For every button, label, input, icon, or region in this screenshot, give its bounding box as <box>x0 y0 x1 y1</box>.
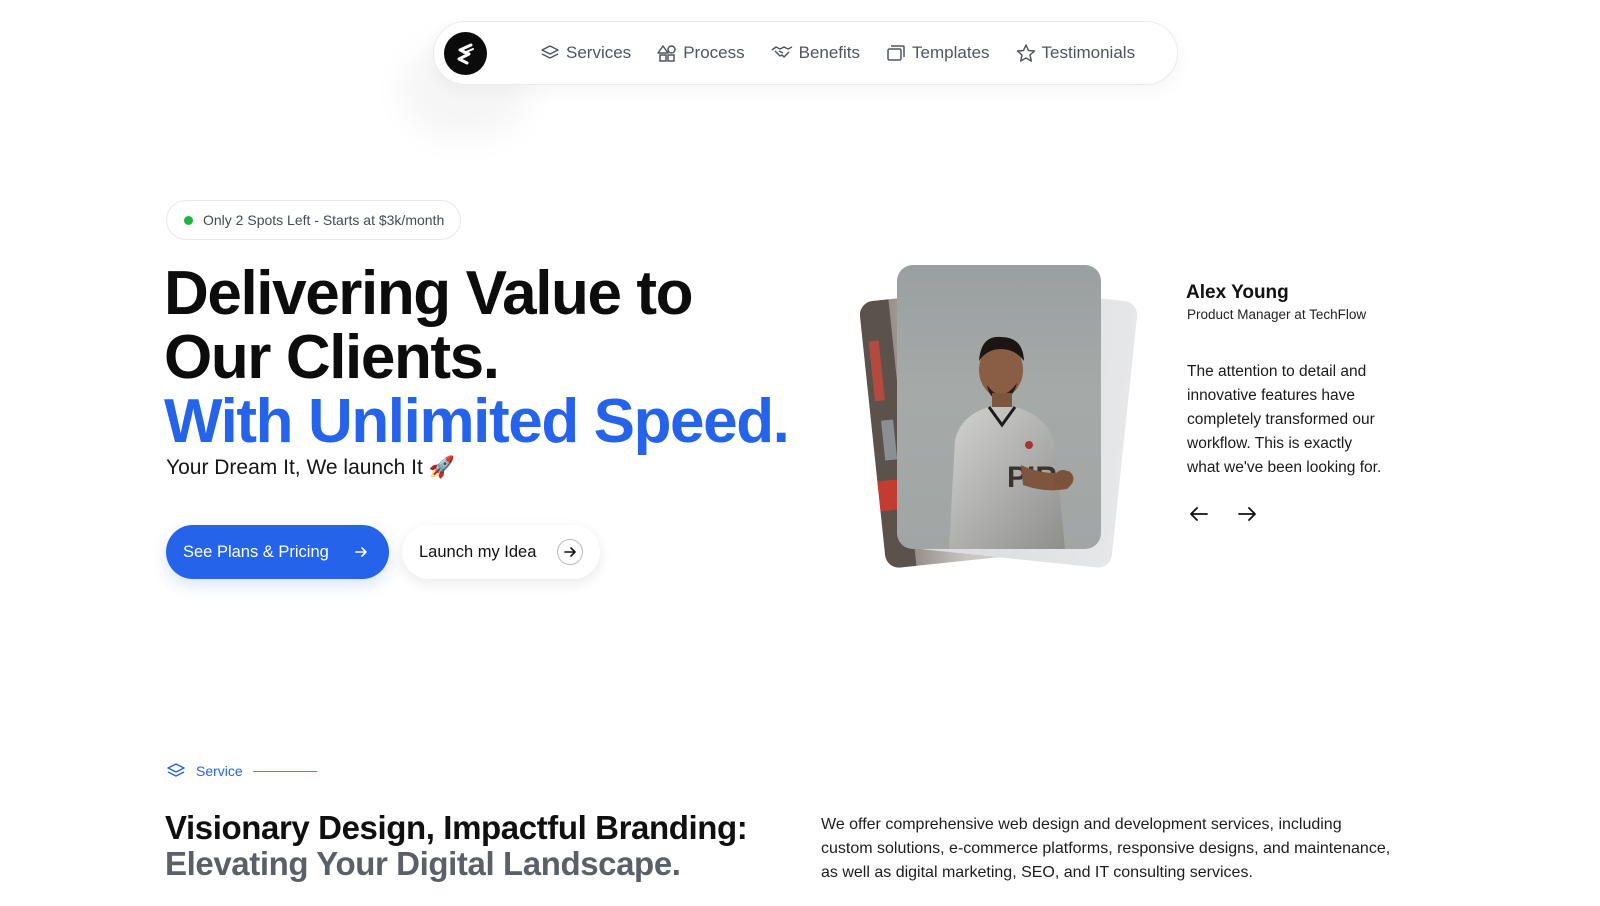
nav-item-label: Templates <box>912 43 990 62</box>
handshake-icon <box>771 46 792 58</box>
previous-testimonial-button[interactable] <box>1189 506 1209 527</box>
logo-icon <box>457 43 474 64</box>
nav-item-templates[interactable]: Templates <box>886 43 990 63</box>
next-testimonial-button[interactable] <box>1237 506 1257 527</box>
nav-item-testimonials[interactable]: Testimonials <box>1016 43 1136 63</box>
nav-item-label: Testimonials <box>1041 43 1136 62</box>
hero-subtitle: Your Dream It, We launch It 🚀 <box>166 456 455 479</box>
hero-title: Delivering Value to Our Clients. With Un… <box>164 262 804 454</box>
section-label-service: Service <box>166 762 317 780</box>
section-label-text: Service <box>196 763 243 779</box>
status-dot <box>184 215 193 225</box>
copy-icon <box>887 45 905 61</box>
launch-idea-label: Launch my Idea <box>419 542 537 561</box>
hero-title-line2: With Unlimited Speed. <box>164 387 790 456</box>
nav-item-services[interactable]: Services <box>540 43 631 63</box>
launch-idea-button[interactable]: Launch my Idea <box>402 525 600 579</box>
testimonial-role: Product Manager at TechFlow <box>1187 307 1367 322</box>
nav-item-process[interactable]: Process <box>657 43 745 63</box>
layers-icon <box>541 45 559 59</box>
top-navigation: Services Process Benefits Templates Test… <box>433 21 1178 85</box>
see-plans-button[interactable]: See Plans & Pricing <box>166 525 389 579</box>
arrow-right-icon <box>557 539 583 565</box>
arrow-left-icon <box>1190 507 1208 521</box>
nav-item-label: Process <box>683 43 745 62</box>
nav-item-label: Services <box>566 43 632 62</box>
service-description: We offer comprehensive web design and de… <box>821 816 1391 881</box>
logo[interactable] <box>444 32 487 75</box>
nav-item-label: Benefits <box>798 43 861 62</box>
section-label-line <box>252 770 317 772</box>
service-title: Visionary Design, Impactful Branding: El… <box>165 809 748 882</box>
service-title-line1: Visionary Design, Impactful Branding: <box>165 809 748 846</box>
layers-icon <box>167 763 185 777</box>
testimonial-name: Alex Young <box>1186 282 1289 303</box>
hero-title-line1: Delivering Value to Our Clients. <box>164 259 694 392</box>
nav-item-benefits[interactable]: Benefits <box>771 43 860 63</box>
availability-text: Only 2 Spots Left - Starts at $3k/month <box>203 212 445 228</box>
availability-badge: Only 2 Spots Left - Starts at $3k/month <box>166 200 462 240</box>
shapes-icon <box>657 45 676 62</box>
arrow-right-icon <box>1238 507 1256 521</box>
testimonial-quote: The attention to detail and innovative f… <box>1187 363 1382 476</box>
service-title-line2: Elevating Your Digital Landscape. <box>165 845 681 882</box>
star-icon <box>1016 44 1035 62</box>
arrow-right-icon <box>349 540 373 564</box>
testimonial-photo: PIR <box>897 265 1101 549</box>
see-plans-label: See Plans & Pricing <box>183 542 329 561</box>
